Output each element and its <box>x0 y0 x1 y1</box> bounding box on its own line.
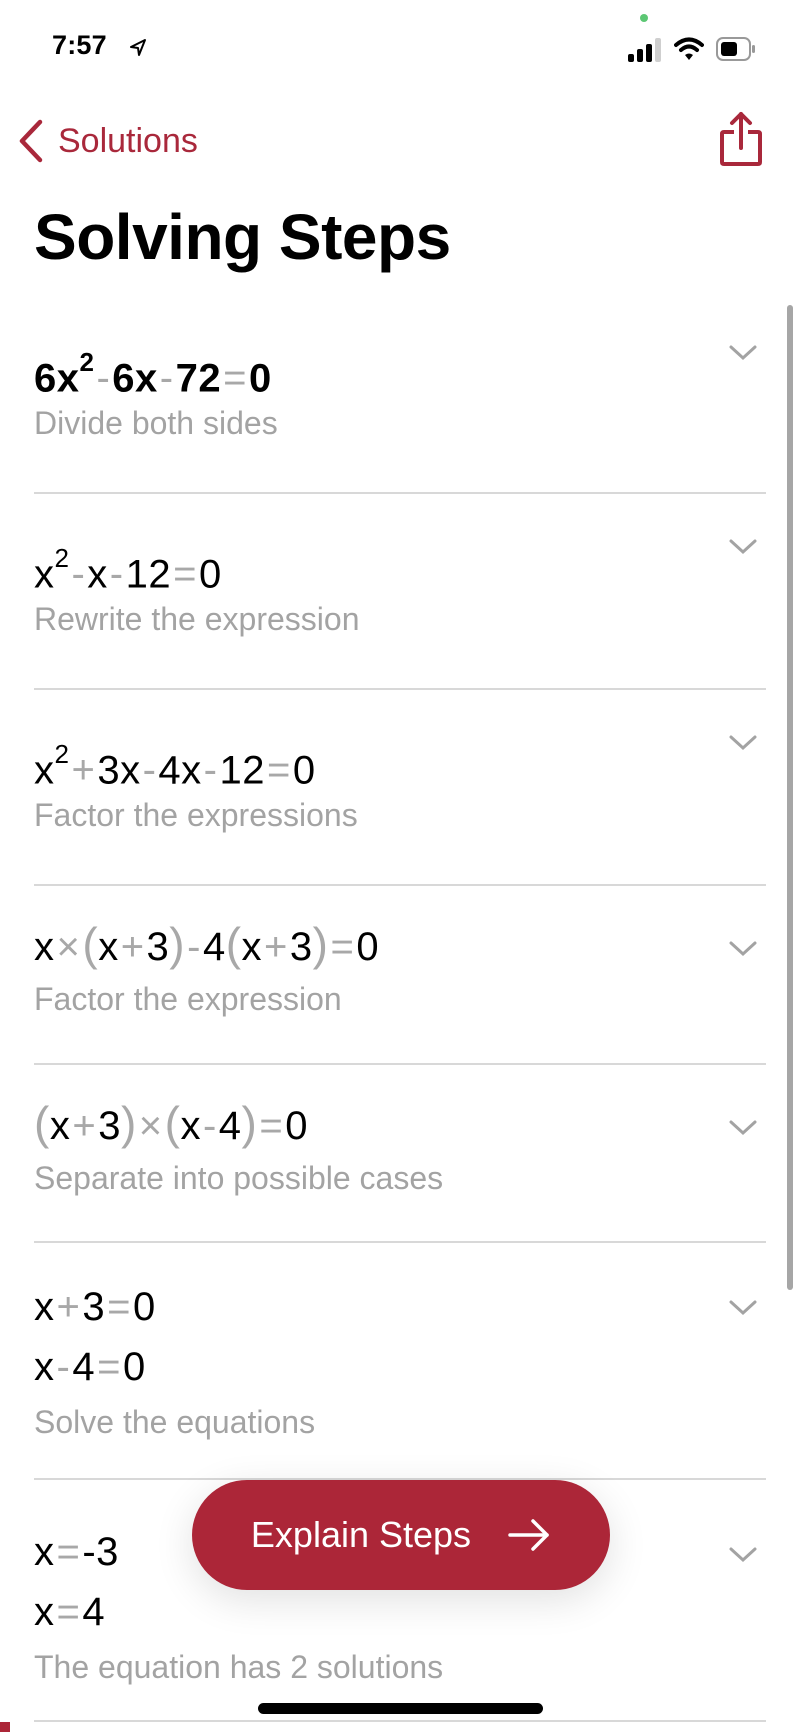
step-expression: x+3=0 x-4=0 <box>34 1243 766 1395</box>
step-expression: x2-x-12=0 <box>34 494 766 597</box>
step-expression: 6x2-6x-72=0 <box>34 300 766 401</box>
math-expression-line: x=4 <box>34 1590 106 1634</box>
step-expression: x2+3x-4x-12=0 <box>34 690 766 793</box>
location-arrow-icon <box>130 39 146 56</box>
chevron-down-icon[interactable] <box>728 538 758 556</box>
chevron-left-icon <box>19 119 43 163</box>
math-expression-line: x×(x+3)-4(x+3)=0 <box>34 918 380 970</box>
step-description: Factor the expression <box>34 981 342 1017</box>
navigation-bar: Solutions <box>0 110 800 174</box>
math-expression-line: x2+3x-4x-12=0 <box>34 739 316 793</box>
step-description: Solve the equations <box>34 1404 316 1440</box>
status-bar: 7:57 <box>0 0 800 90</box>
cellular-signal-icon <box>628 38 661 62</box>
edge-marker <box>0 1722 10 1732</box>
battery-icon <box>716 37 755 61</box>
step-item[interactable]: x×(x+3)-4(x+3)=0 Factor the expression <box>34 886 766 1065</box>
step-description: Divide both sides <box>34 405 278 441</box>
back-button[interactable]: Solutions <box>16 118 198 164</box>
chevron-down-icon[interactable] <box>728 344 758 362</box>
home-indicator[interactable] <box>258 1703 543 1714</box>
math-expression-line: x+3=0 <box>34 1285 156 1329</box>
step-expression: (x+3)×(x-4)=0 <box>34 1065 766 1151</box>
status-time: 7:57 <box>52 30 107 60</box>
explain-steps-label: Explain Steps <box>250 1514 472 1555</box>
step-description: The equation has 2 solutions <box>34 1649 444 1685</box>
step-item[interactable]: x2+3x-4x-12=0 Factor the expressions <box>34 690 766 886</box>
share-icon[interactable] <box>716 110 766 168</box>
explain-steps-button[interactable]: Explain Steps <box>192 1480 610 1590</box>
chevron-down-icon[interactable] <box>728 1119 758 1137</box>
math-expression-line: x-4=0 <box>34 1345 146 1389</box>
back-label: Solutions <box>58 121 198 160</box>
step-item[interactable]: (x+3)×(x-4)=0 Separate into possible cas… <box>34 1065 766 1243</box>
privacy-indicator-dot <box>640 14 648 22</box>
scrollbar-thumb[interactable] <box>787 305 793 1290</box>
chevron-down-icon[interactable] <box>728 940 758 958</box>
step-item[interactable]: x+3=0 x-4=0 Solve the equations <box>34 1243 766 1480</box>
chevron-down-icon[interactable] <box>728 734 758 752</box>
step-expression: x×(x+3)-4(x+3)=0 <box>34 886 766 972</box>
arrow-right-icon <box>508 1519 549 1551</box>
chevron-down-icon[interactable] <box>728 1299 758 1317</box>
step-item[interactable]: x2-x-12=0 Rewrite the expression <box>34 494 766 690</box>
page-title: Solving Steps <box>34 201 451 273</box>
step-description: Factor the expressions <box>34 797 358 833</box>
chevron-down-icon[interactable] <box>728 1546 758 1564</box>
math-expression-line: 6x2-6x-72=0 <box>34 347 272 401</box>
step-description: Separate into possible cases <box>34 1160 444 1196</box>
step-item[interactable]: 6x2-6x-72=0 Divide both sides <box>34 300 766 494</box>
step-description: Rewrite the expression <box>34 601 360 637</box>
math-expression-line: (x+3)×(x-4)=0 <box>34 1097 308 1149</box>
math-expression-line: x2-x-12=0 <box>34 543 222 597</box>
wifi-icon <box>674 37 704 60</box>
